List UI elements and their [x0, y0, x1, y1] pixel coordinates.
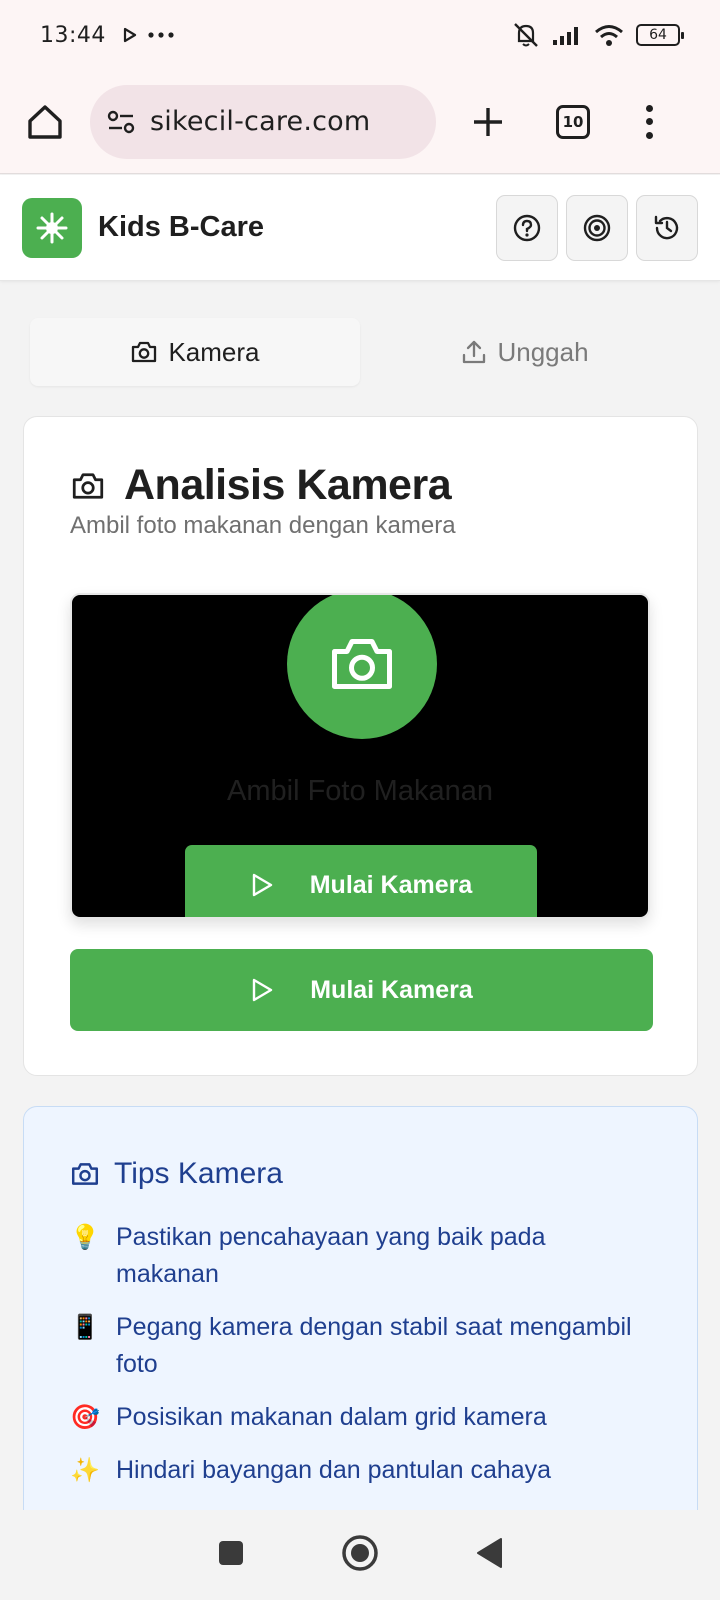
viewer-placeholder-text: Ambil Foto Makanan: [227, 775, 493, 807]
play-icon: [253, 978, 273, 1002]
app-title: Kids B-Care: [98, 211, 264, 243]
menu-dot: [645, 104, 653, 112]
mode-tabs: Kamera Unggah: [30, 318, 690, 386]
status-time: 13:44: [40, 22, 106, 48]
target-icon: 🎯: [70, 1404, 100, 1431]
start-camera-label: Mulai Kamera: [310, 975, 473, 1004]
app-header: Kids B-Care: [0, 175, 720, 281]
tips-title: Tips Kamera: [114, 1157, 283, 1190]
sparkles-icon: ✨: [70, 1457, 100, 1484]
browser-menu-button[interactable]: [644, 104, 654, 139]
battery-icon: 64: [636, 24, 684, 46]
start-camera-button[interactable]: Mulai Kamera: [70, 949, 653, 1031]
sparkle-icon: [36, 212, 68, 243]
upload-icon: [463, 340, 486, 364]
header-actions: [496, 194, 698, 261]
home-button[interactable]: [24, 101, 66, 143]
square-icon: [219, 1540, 243, 1565]
tip-item: 📱 Pegang kamera dengan stabil saat mengam…: [70, 1309, 650, 1383]
card-title: Analisis Kamera: [124, 461, 452, 509]
camera-icon: [71, 1163, 99, 1185]
camera-analysis-card: Analisis Kamera Ambil foto makanan denga…: [23, 416, 698, 1076]
camera-icon: [132, 341, 157, 363]
tip-item: 💡 Pastikan pencahayaan yang baik pada mak…: [70, 1219, 650, 1293]
lightbulb-icon: 💡: [70, 1224, 100, 1251]
tip-item: 🎯 Posisikan makanan dalam grid kamera: [70, 1399, 650, 1436]
status-right: 64: [512, 22, 684, 48]
phone-icon: 📱: [70, 1314, 100, 1341]
tab-switcher-button[interactable]: 10: [556, 104, 590, 139]
tab-unggah[interactable]: Unggah: [360, 318, 690, 386]
tab-unggah-label: Unggah: [497, 336, 589, 367]
camera-placeholder-circle: [287, 595, 437, 739]
back-triangle-icon: [477, 1537, 502, 1568]
play-icon: [252, 873, 272, 897]
back-button[interactable]: [475, 1537, 503, 1574]
tips-list: 💡 Pastikan pencahayaan yang baik pada mak…: [70, 1219, 650, 1505]
tips-header: Tips Kamera: [70, 1157, 283, 1191]
browser-toolbar: sikecil-care.com 10: [0, 70, 720, 174]
more-notifications-icon: [148, 32, 174, 38]
help-button[interactable]: [496, 194, 558, 261]
mute-icon: [514, 23, 538, 47]
plus-icon: [474, 107, 502, 136]
wifi-icon: [595, 25, 623, 46]
help-icon: [513, 214, 541, 241]
history-button[interactable]: [636, 194, 698, 261]
card-title-row: Analisis Kamera: [70, 461, 452, 510]
tip-text: Pegang kamera dengan stabil saat mengamb…: [116, 1313, 632, 1378]
target-icon: [583, 214, 611, 241]
status-bar: 13:44 64: [0, 0, 720, 70]
target-button[interactable]: [566, 194, 628, 261]
tip-text: Hindari bayangan dan pantulan cahaya: [116, 1456, 552, 1484]
camera-tips-card: Tips Kamera 💡 Pastikan pencahayaan yang b…: [23, 1106, 698, 1526]
camera-viewer[interactable]: Ambil Foto Makanan Mulai Kamera: [70, 593, 650, 919]
tab-kamera[interactable]: Kamera: [30, 318, 360, 386]
menu-dot: [645, 118, 653, 125]
tab-kamera-label: Kamera: [168, 336, 260, 367]
circle-icon: [342, 1534, 378, 1571]
site-settings-icon: [107, 110, 135, 133]
url-bar[interactable]: sikecil-care.com: [90, 84, 436, 159]
camera-icon: [332, 639, 392, 689]
card-subtitle: Ambil foto makanan dengan kamera: [70, 512, 456, 539]
viewer-button-label: Mulai Kamera: [309, 870, 473, 899]
notification-icons: [122, 27, 174, 43]
play-notification-icon: [123, 27, 137, 43]
recents-button[interactable]: [217, 1539, 245, 1572]
home-icon: [28, 104, 62, 139]
camera-icon: [72, 472, 104, 499]
history-icon: [654, 215, 679, 239]
url-text: sikecil-care.com: [150, 106, 371, 137]
new-tab-button[interactable]: [466, 100, 510, 144]
tip-item: ✨ Hindari bayangan dan pantulan cahaya: [70, 1452, 650, 1489]
tip-text: Pastikan pencahayaan yang baik pada maka…: [116, 1223, 546, 1288]
menu-dot: [645, 131, 653, 139]
tip-text: Posisikan makanan dalam grid kamera: [116, 1403, 547, 1431]
system-nav-bar: [0, 1510, 720, 1600]
viewer-start-camera-button[interactable]: Mulai Kamera: [185, 845, 537, 917]
home-nav-button[interactable]: [341, 1534, 379, 1577]
app-logo: [22, 197, 82, 258]
signal-icon: [553, 27, 578, 45]
